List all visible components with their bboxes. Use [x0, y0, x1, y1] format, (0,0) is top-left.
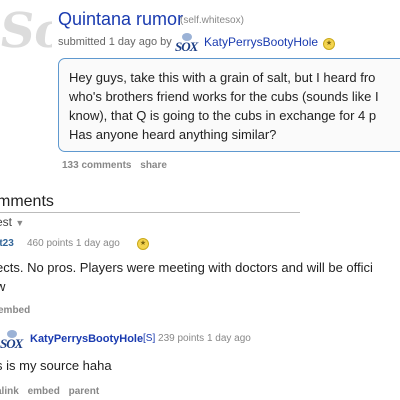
comment-author-link[interactable]: tt23 [0, 238, 14, 249]
parent-link[interactable]: parent [69, 386, 100, 397]
comment-meta: [S] 239 points 1 day ago [143, 333, 251, 344]
share-link[interactable]: share [140, 160, 167, 171]
post-domain[interactable]: (self.whitesox) [180, 15, 244, 26]
permalink-link[interactable]: alink [0, 386, 19, 397]
comments-divider [0, 212, 300, 213]
selftext-line: who's brothers friend works for the cubs… [69, 89, 379, 104]
selftext-line: know), that Q is going to the cubs in ex… [69, 108, 377, 123]
chevron-down-icon[interactable]: ▼ [15, 218, 24, 228]
sox-flair-icon: SOX [0, 330, 26, 351]
gold-award-icon: ★ [137, 238, 149, 250]
white-sox-logo-icon: Sox [0, 3, 52, 59]
comment-body: ects. No pros. Players were meeting with… [0, 258, 373, 296]
comment-meta: 460 points 1 day ago [27, 238, 120, 249]
post-buttons: 133 comments share [62, 160, 173, 171]
comment-line: w [0, 279, 6, 294]
comments-heading: mments [0, 193, 54, 210]
comment-line: ects. No pros. Players were meeting with… [0, 260, 373, 275]
comment-author-link[interactable]: KatyPerrysBootyHole [30, 333, 143, 345]
selftext-line: Has anyone heard anything similar? [69, 127, 277, 142]
comments-link[interactable]: 133 comments [62, 160, 131, 171]
post-tagline: submitted 1 day ago by [58, 36, 172, 48]
selftext-line: Hey guys, take this with a grain of salt… [69, 70, 376, 85]
post-title-link[interactable]: Quintana rumor [58, 9, 183, 30]
comment-body: s is my source haha [0, 358, 112, 373]
post-author-link[interactable]: KatyPerrysBootyHole [204, 35, 318, 49]
embed-link[interactable]: embed [0, 305, 30, 316]
embed-link[interactable]: embed [28, 386, 60, 397]
submitter-tag[interactable]: [S] [143, 333, 155, 344]
sort-dropdown[interactable]: est ▼ [0, 215, 24, 229]
comment-meta-text: 239 points 1 day ago [158, 333, 251, 344]
sox-flair-icon: SOX [175, 33, 201, 54]
comment-buttons: embed [0, 305, 36, 316]
post-selftext: Hey guys, take this with a grain of salt… [58, 58, 400, 152]
sort-label[interactable]: est [0, 215, 12, 229]
gold-award-icon: ★ [323, 38, 335, 50]
comment-buttons: alink embed parent [0, 386, 105, 397]
